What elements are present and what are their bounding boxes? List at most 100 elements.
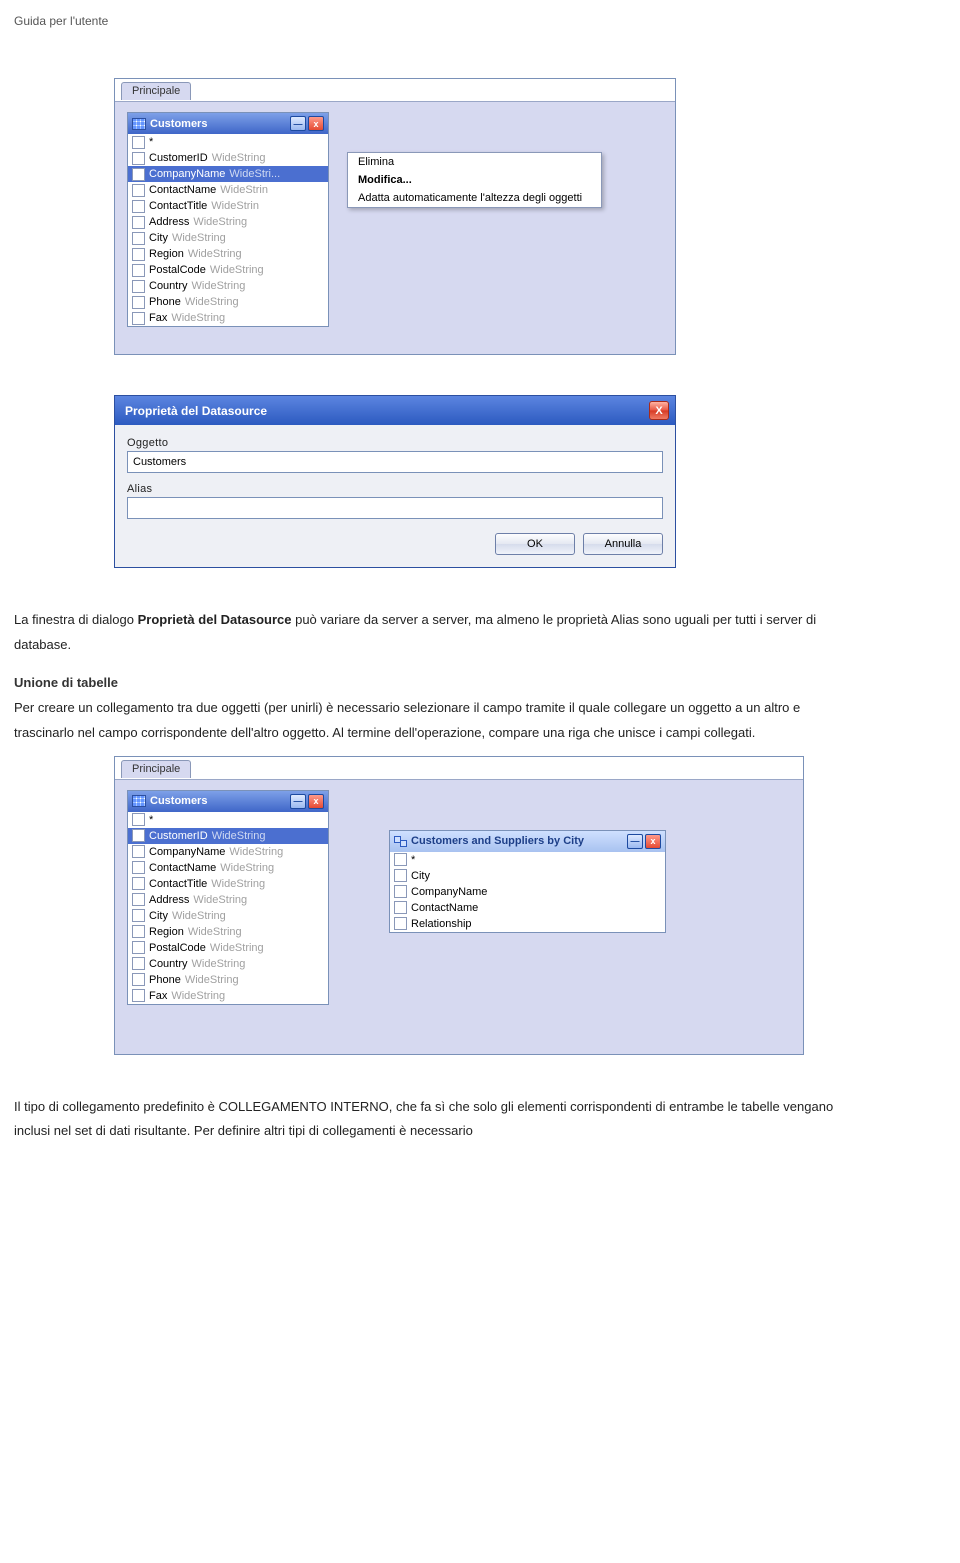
- field-type: WideString: [210, 263, 264, 277]
- close-button[interactable]: x: [308, 116, 324, 131]
- datasource-properties-dialog: Proprietà del Datasource X Oggetto Alias…: [114, 395, 676, 568]
- field-checkbox[interactable]: [132, 845, 145, 858]
- field-type: WideString: [171, 311, 225, 325]
- tab-principale[interactable]: Principale: [121, 82, 191, 100]
- field-checkbox[interactable]: [132, 813, 145, 826]
- field-checkbox[interactable]: [132, 893, 145, 906]
- field-row[interactable]: PostalCode WideString: [128, 940, 328, 956]
- field-row[interactable]: CompanyName: [390, 884, 665, 900]
- field-checkbox[interactable]: [132, 877, 145, 890]
- field-checkbox[interactable]: [132, 168, 145, 181]
- paragraph-collegamento: Il tipo di collegamento predefinito è CO…: [14, 1095, 860, 1144]
- field-row[interactable]: Country WideString: [128, 278, 328, 294]
- field-checkbox[interactable]: [132, 248, 145, 261]
- menu-modifica[interactable]: Modifica...: [348, 171, 601, 189]
- field-row[interactable]: *: [390, 852, 665, 868]
- query-designer-panel: Principale Customers — x *CustomerID: [114, 78, 676, 355]
- field-checkbox[interactable]: [394, 853, 407, 866]
- field-row[interactable]: Relationship: [390, 916, 665, 932]
- cancel-button[interactable]: Annulla: [583, 533, 663, 555]
- field-row[interactable]: ContactName WideString: [128, 860, 328, 876]
- field-checkbox[interactable]: [132, 280, 145, 293]
- field-name: Address: [149, 893, 189, 907]
- field-checkbox[interactable]: [394, 885, 407, 898]
- field-checkbox[interactable]: [132, 264, 145, 277]
- field-checkbox[interactable]: [132, 861, 145, 874]
- field-name: *: [411, 853, 415, 867]
- field-checkbox[interactable]: [132, 829, 145, 842]
- field-type: WideString: [172, 231, 226, 245]
- minimize-button[interactable]: —: [290, 794, 306, 809]
- table-panel-header[interactable]: Customers — x: [128, 113, 328, 134]
- field-checkbox[interactable]: [132, 296, 145, 309]
- field-checkbox[interactable]: [132, 200, 145, 213]
- table-panel-customers-3[interactable]: Customers — x *CustomerID WideStringComp…: [127, 790, 329, 1005]
- table-icon: [132, 795, 146, 807]
- field-row[interactable]: City: [390, 868, 665, 884]
- field-type: WideString: [212, 151, 266, 165]
- field-row[interactable]: Fax WideString: [128, 988, 328, 1004]
- dialog-titlebar[interactable]: Proprietà del Datasource X: [115, 396, 675, 425]
- field-row[interactable]: *: [128, 812, 328, 828]
- close-button[interactable]: x: [308, 794, 324, 809]
- field-checkbox[interactable]: [132, 312, 145, 325]
- table-panel-header-3a[interactable]: Customers — x: [128, 791, 328, 812]
- field-row[interactable]: CustomerID WideString: [128, 150, 328, 166]
- work-area-3: Customers — x *CustomerID WideStringComp…: [115, 780, 803, 1054]
- field-row[interactable]: Address WideString: [128, 214, 328, 230]
- field-checkbox[interactable]: [132, 152, 145, 165]
- field-row[interactable]: City WideString: [128, 230, 328, 246]
- table-panel-title: Customers: [150, 118, 207, 130]
- field-row[interactable]: ContactName: [390, 900, 665, 916]
- field-row[interactable]: Phone WideString: [128, 294, 328, 310]
- field-checkbox[interactable]: [132, 957, 145, 970]
- field-checkbox[interactable]: [132, 909, 145, 922]
- dialog-close-button[interactable]: X: [649, 401, 669, 420]
- field-name: ContactTitle: [149, 199, 207, 213]
- field-row[interactable]: Region WideString: [128, 924, 328, 940]
- field-row[interactable]: CompanyName WideStri...: [128, 166, 328, 182]
- input-alias[interactable]: [127, 497, 663, 519]
- field-checkbox[interactable]: [132, 136, 145, 149]
- field-row[interactable]: ContactTitle WideStrin: [128, 198, 328, 214]
- field-row[interactable]: Country WideString: [128, 956, 328, 972]
- field-checkbox[interactable]: [132, 925, 145, 938]
- close-button[interactable]: x: [645, 834, 661, 849]
- menu-adatta-altezza[interactable]: Adatta automaticamente l'altezza degli o…: [348, 189, 601, 207]
- field-row[interactable]: Address WideString: [128, 892, 328, 908]
- field-row[interactable]: ContactTitle WideString: [128, 876, 328, 892]
- field-row[interactable]: Region WideString: [128, 246, 328, 262]
- table-panel-header-3b[interactable]: Customers and Suppliers by City — x: [390, 831, 665, 852]
- field-name: CompanyName: [149, 845, 225, 859]
- minimize-button[interactable]: —: [627, 834, 643, 849]
- field-row[interactable]: PostalCode WideString: [128, 262, 328, 278]
- field-checkbox[interactable]: [132, 184, 145, 197]
- link-icon: [394, 836, 407, 847]
- field-name: Region: [149, 925, 184, 939]
- input-oggetto[interactable]: [127, 451, 663, 473]
- tab-principale-3[interactable]: Principale: [121, 760, 191, 778]
- field-checkbox[interactable]: [394, 917, 407, 930]
- field-checkbox[interactable]: [132, 973, 145, 986]
- field-row[interactable]: CompanyName WideString: [128, 844, 328, 860]
- field-checkbox[interactable]: [394, 869, 407, 882]
- field-checkbox[interactable]: [132, 216, 145, 229]
- field-row[interactable]: Phone WideString: [128, 972, 328, 988]
- field-name: City: [149, 231, 168, 245]
- menu-elimina[interactable]: Elimina: [348, 153, 601, 171]
- table-panel-suppliers[interactable]: Customers and Suppliers by City — x *Cit…: [389, 830, 666, 933]
- field-checkbox[interactable]: [132, 989, 145, 1002]
- field-name: Relationship: [411, 917, 472, 931]
- field-row[interactable]: CustomerID WideString: [128, 828, 328, 844]
- context-menu: Elimina Modifica... Adatta automaticamen…: [347, 152, 602, 208]
- field-checkbox[interactable]: [132, 941, 145, 954]
- ok-button[interactable]: OK: [495, 533, 575, 555]
- minimize-button[interactable]: —: [290, 116, 306, 131]
- field-checkbox[interactable]: [394, 901, 407, 914]
- field-row[interactable]: City WideString: [128, 908, 328, 924]
- field-row[interactable]: *: [128, 134, 328, 150]
- table-panel-customers[interactable]: Customers — x *CustomerID WideStringComp…: [127, 112, 329, 327]
- field-row[interactable]: ContactName WideStrin: [128, 182, 328, 198]
- field-row[interactable]: Fax WideString: [128, 310, 328, 326]
- field-checkbox[interactable]: [132, 232, 145, 245]
